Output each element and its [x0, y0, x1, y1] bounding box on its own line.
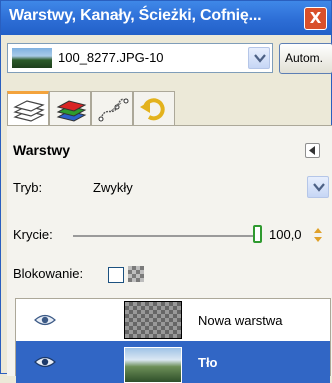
opacity-slider-handle[interactable]: [253, 225, 262, 243]
lock-label: Blokowanie:: [13, 266, 84, 281]
eye-icon[interactable]: [34, 355, 56, 369]
panel-title: Warstwy: [13, 142, 71, 158]
layers-dock-window: Warstwy, Kanały, Ścieżki, Cofnię... X 10…: [0, 0, 332, 383]
image-dropdown-button[interactable]: [248, 47, 270, 69]
auto-button[interactable]: Autom.: [279, 43, 332, 74]
lock-pixels-checkbox[interactable]: [108, 267, 124, 283]
layer-thumbnail: [124, 347, 182, 383]
chevron-down-icon: [313, 183, 325, 192]
paths-icon: [98, 98, 129, 122]
panel-menu-button[interactable]: [305, 143, 320, 158]
image-name: 100_8277.JPG-10: [58, 50, 164, 65]
layer-thumbnail: [124, 301, 182, 339]
mode-label: Tryb:: [13, 180, 43, 195]
tab-paths[interactable]: [91, 91, 133, 125]
image-selector[interactable]: 100_8277.JPG-10: [7, 43, 273, 73]
layer-name[interactable]: Tło: [198, 355, 218, 370]
eye-icon[interactable]: [34, 313, 56, 327]
opacity-slider-track[interactable]: [73, 235, 259, 237]
title-bar[interactable]: Warstwy, Kanały, Ścieżki, Cofnię... X: [1, 1, 331, 35]
tab-channels[interactable]: [49, 91, 91, 125]
layer-name[interactable]: Nowa warstwa: [198, 313, 283, 328]
mode-select[interactable]: Zwykły: [93, 180, 133, 195]
channels-icon: [56, 100, 87, 122]
opacity-value[interactable]: 100,0: [269, 227, 302, 242]
undo-history-icon: [140, 98, 165, 121]
layer-row[interactable]: Nowa warstwa: [16, 299, 330, 341]
opacity-spin-button[interactable]: [313, 227, 323, 243]
layer-list: Nowa warstwa Tło: [15, 298, 331, 383]
close-button[interactable]: X: [304, 7, 327, 30]
tab-layers[interactable]: [7, 91, 49, 127]
window-title: Warstwy, Kanały, Ścieżki, Cofnię...: [9, 7, 262, 24]
triangle-left-icon: [309, 146, 315, 155]
lock-alpha-icon[interactable]: [128, 266, 144, 282]
chevron-down-icon: [254, 54, 266, 63]
opacity-label: Krycie:: [13, 227, 53, 242]
dock-tabs: [7, 91, 332, 127]
tab-undo-history[interactable]: [133, 91, 175, 125]
mode-dropdown-button[interactable]: [307, 176, 329, 198]
layer-row-selected[interactable]: Tło: [16, 341, 330, 383]
image-thumbnail: [12, 48, 52, 68]
layers-panel: Warstwy Tryb: Zwykły Krycie: 100,0 Bloko…: [7, 125, 332, 383]
layers-icon: [13, 100, 45, 122]
